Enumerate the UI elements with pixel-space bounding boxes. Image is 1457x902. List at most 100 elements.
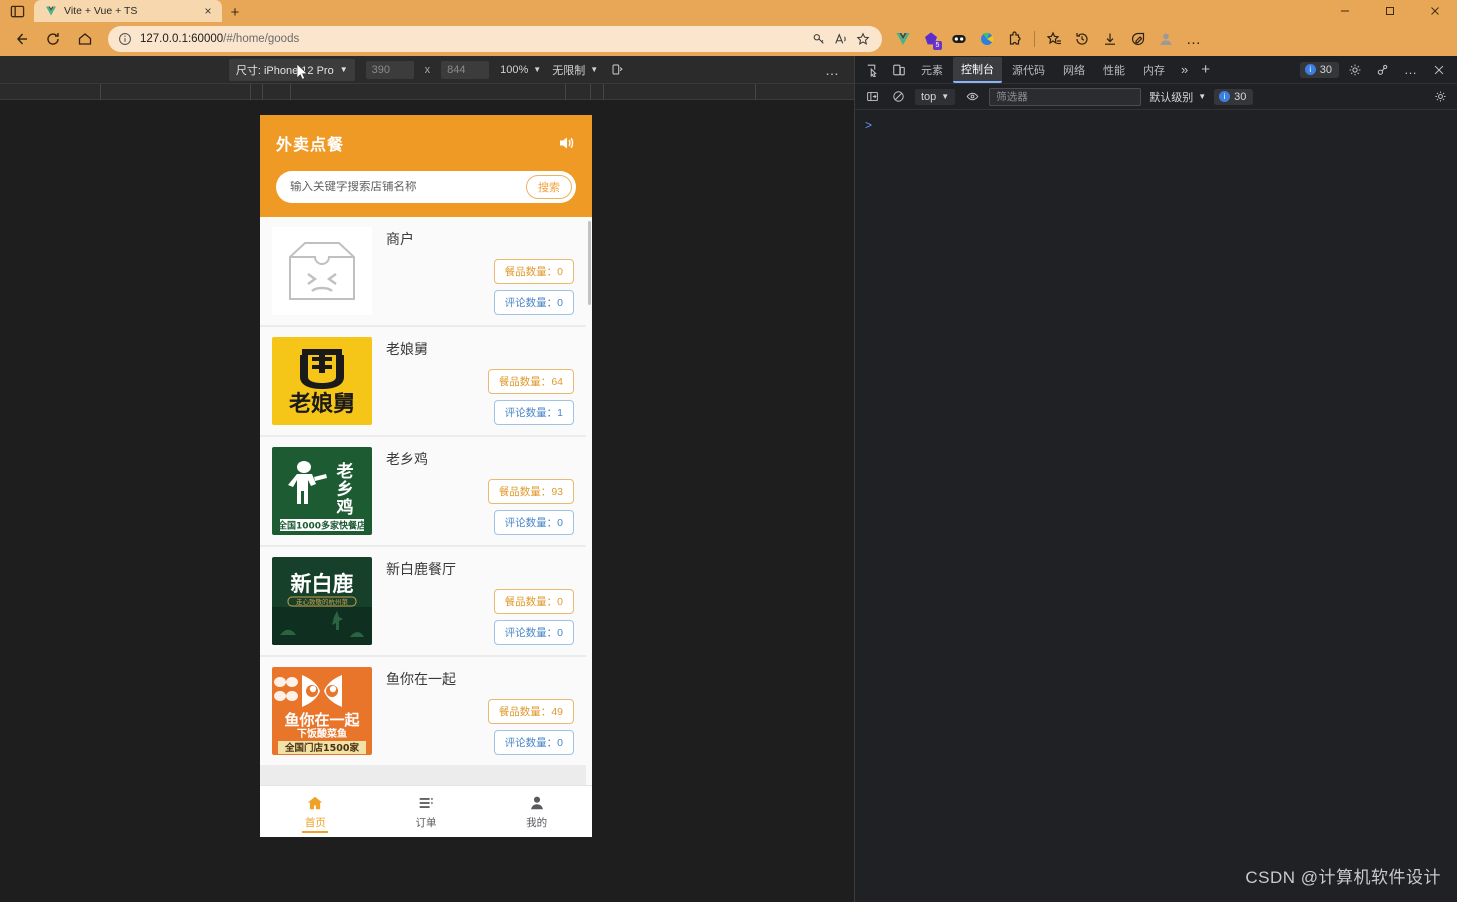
yunizaiyiqi-logo: 鱼你在一起 下饭酸菜鱼 全国门店1500家	[272, 667, 372, 755]
tab-elements[interactable]: 元素	[913, 58, 951, 82]
chevron-down-icon: ▼	[339, 64, 348, 74]
add-tab-button[interactable]: +	[1196, 61, 1215, 78]
shop-list-scroll[interactable]: 商户 餐品数量：0 评论数量：0 老娘舅 老娘舅 餐品数量：64 评论数量：1 …	[260, 217, 592, 785]
shop-badges: 餐品数量：93 评论数量：0	[386, 479, 574, 535]
tab-memory[interactable]: 内存	[1135, 58, 1173, 82]
viewport-ruler	[0, 84, 854, 100]
list-item[interactable]: 鱼你在一起 下饭酸菜鱼 全国门店1500家 鱼你在一起 餐品数量：49 评论数量…	[260, 657, 586, 767]
speaker-icon[interactable]	[556, 133, 576, 153]
info-icon: i	[1304, 64, 1316, 75]
scrollbar-thumb[interactable]	[588, 221, 591, 305]
issues-badge[interactable]: i 30	[1299, 61, 1339, 78]
reload-icon[interactable]	[38, 25, 68, 53]
vue-devtools-icon[interactable]	[890, 26, 916, 52]
console-output[interactable]: >	[855, 110, 1457, 902]
search-input[interactable]	[290, 181, 526, 193]
profile-icon[interactable]	[1153, 26, 1179, 52]
bottom-tab-bar: 首页 订单 我的	[260, 785, 592, 837]
tab-profile[interactable]: 我的	[481, 786, 592, 837]
throttling-select[interactable]: 无限制 ▼	[552, 62, 598, 78]
address-bar[interactable]: 127.0.0.1:60000/#/home/goods	[108, 26, 882, 52]
toolbar-divider	[1034, 31, 1035, 47]
tab-performance[interactable]: 性能	[1095, 58, 1133, 82]
svg-text:乡: 乡	[337, 480, 354, 500]
back-arrow-icon[interactable]	[6, 25, 36, 53]
shop-badges: 餐品数量：0 评论数量：0	[386, 589, 574, 645]
tab-orders[interactable]: 订单	[371, 786, 482, 837]
console-prompt-icon: >	[865, 118, 873, 132]
browser-tab[interactable]: Vite + Vue + TS ×	[34, 0, 222, 22]
broken-image-placeholder	[272, 227, 372, 315]
new-tab-button[interactable]: +	[222, 2, 248, 22]
close-devtools-icon[interactable]	[1427, 59, 1451, 81]
list-item[interactable]: 商户 餐品数量：0 评论数量：0	[260, 217, 586, 327]
tab-home[interactable]: 首页	[260, 786, 371, 837]
status-badge-goods: 餐品数量：0	[493, 259, 574, 284]
console-level-select[interactable]: 默认级别 ▼	[1149, 89, 1206, 105]
history-icon[interactable]	[1069, 26, 1095, 52]
home-icon	[306, 794, 324, 812]
tab-sources[interactable]: 源代码	[1004, 58, 1053, 82]
inspect-element-icon[interactable]	[861, 59, 885, 81]
tab-search-icon[interactable]	[0, 0, 34, 22]
tab-network[interactable]: 网络	[1055, 58, 1093, 82]
window-minimize-button[interactable]	[1322, 0, 1367, 22]
tab-console[interactable]: 控制台	[953, 56, 1002, 83]
downloads-icon[interactable]	[1097, 26, 1123, 52]
zoom-select[interactable]: 100% ▼	[500, 64, 541, 76]
rotate-icon[interactable]	[609, 62, 625, 78]
screenshot-icon[interactable]	[1125, 26, 1151, 52]
clear-console-icon[interactable]	[889, 88, 907, 106]
device-width-input[interactable]: 390	[365, 60, 414, 79]
key-icon[interactable]	[810, 30, 828, 48]
window-close-button[interactable]	[1412, 0, 1457, 22]
extension-badge: 5	[933, 41, 942, 50]
dark-extension-icon[interactable]	[946, 26, 972, 52]
devtools-tabbar: 元素 控制台 源代码 网络 性能 内存 » + i 30 …	[855, 56, 1457, 84]
list-item[interactable]: 老 乡 鸡 全国1000多家快餐店 老乡鸡 餐品数量：93 评论数量：0	[260, 437, 586, 547]
shop-name: 商户	[386, 231, 414, 247]
search-bar: 搜索	[276, 171, 576, 203]
list-item[interactable]: 新白鹿 走心致敬的杭州菜 新白鹿餐厅 餐品数量：0 评论数量：0	[260, 547, 586, 657]
console-filter-input[interactable]	[989, 87, 1142, 106]
tab-close-icon[interactable]: ×	[201, 4, 215, 18]
browser-chrome: Vite + Vue + TS × + 127.0.0.1:60000/#/ho…	[0, 0, 1457, 56]
emulation-more-button[interactable]: …	[825, 62, 840, 78]
console-settings-icon[interactable]	[1431, 88, 1449, 106]
device-toolbar-icon[interactable]	[887, 59, 911, 81]
app-header: 外卖点餐 搜索	[260, 115, 592, 217]
console-context-select[interactable]: top ▼	[915, 88, 956, 105]
console-sidebar-icon[interactable]	[863, 88, 881, 106]
puzzle-extensions-icon[interactable]	[1002, 26, 1028, 52]
read-aloud-icon[interactable]	[832, 30, 850, 48]
settings-gear-icon[interactable]	[1343, 59, 1367, 81]
screen-root: Vite + Vue + TS × + 127.0.0.1:60000/#/ho…	[0, 0, 1457, 902]
favorite-add-icon[interactable]	[854, 30, 872, 48]
devtools-panel: 元素 控制台 源代码 网络 性能 内存 » + i 30 … top ▼ 筛选器…	[854, 56, 1457, 902]
status-badge-comments: 评论数量：1	[493, 400, 574, 425]
chevron-down-icon: ▼	[590, 64, 599, 74]
device-height-input[interactable]: 844	[441, 60, 490, 79]
tab-strip: Vite + Vue + TS × +	[0, 0, 1457, 22]
colorful-extension-icon[interactable]	[974, 26, 1000, 52]
customize-devtools-icon[interactable]	[1371, 59, 1395, 81]
settings-more-icon[interactable]: …	[1181, 26, 1207, 52]
home-icon[interactable]	[70, 25, 100, 53]
console-messages-badge[interactable]: i 30	[1214, 88, 1254, 105]
collections-icon[interactable]	[1041, 26, 1067, 52]
more-tabs-icon[interactable]: »	[1175, 62, 1194, 77]
issues-count: 30	[1319, 63, 1332, 76]
more-options-icon[interactable]: …	[1399, 59, 1423, 81]
device-preset-select[interactable]: 尺寸: iPhone 12 Pro ▼	[228, 58, 355, 81]
status-badge-comments: 评论数量：0	[493, 290, 574, 315]
purple-extension-icon[interactable]: 5	[918, 26, 944, 52]
status-badge-goods: 餐品数量：49	[487, 699, 574, 724]
window-maximize-button[interactable]	[1367, 0, 1412, 22]
list-item[interactable]: 老娘舅 老娘舅 餐品数量：64 评论数量：1	[260, 327, 586, 437]
live-expression-icon[interactable]	[963, 88, 981, 106]
list-scrollbar[interactable]	[586, 217, 592, 785]
browser-navbar: 127.0.0.1:60000/#/home/goods 5 …	[0, 22, 1457, 56]
shop-badges: 餐品数量：49 评论数量：0	[386, 699, 574, 755]
chevron-down-icon: ▼	[1198, 91, 1207, 101]
search-button[interactable]: 搜索	[526, 175, 572, 199]
